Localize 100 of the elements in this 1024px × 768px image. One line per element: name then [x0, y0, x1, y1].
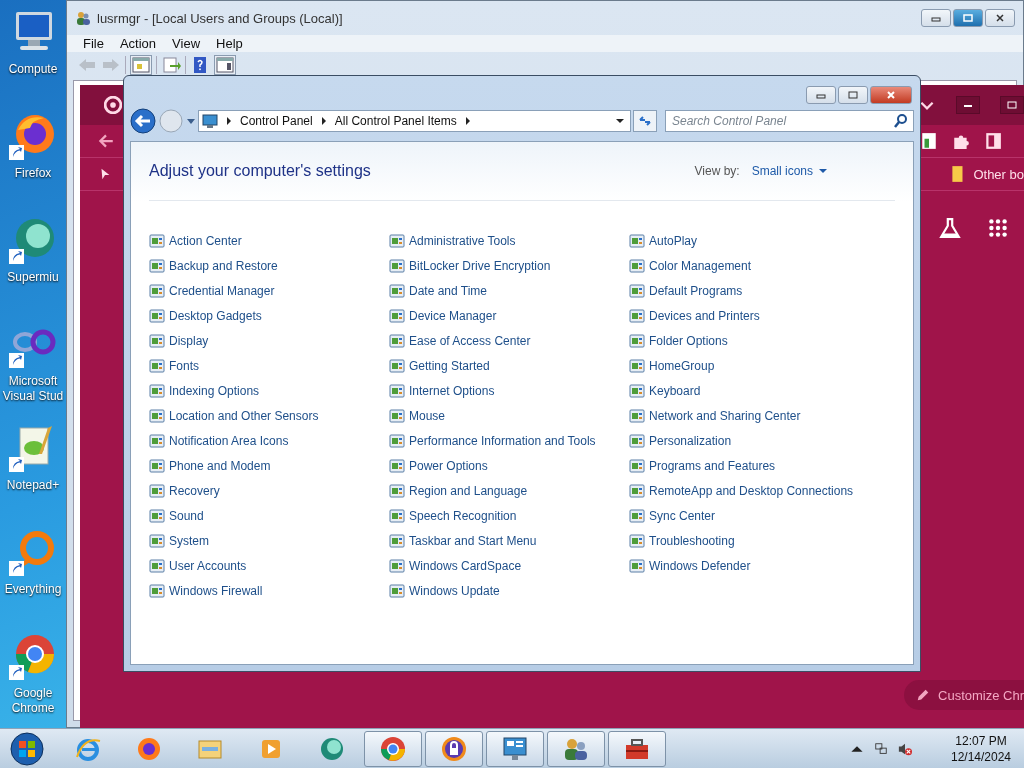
settings-link[interactable]: Administrative Tools	[409, 233, 516, 248]
customize-button[interactable]: Customize Chr	[904, 680, 1024, 710]
applet-icon[interactable]	[149, 257, 165, 274]
applet-icon[interactable]	[149, 532, 165, 549]
desktop-icon-label[interactable]: Firefox	[14, 166, 52, 181]
menu-item[interactable]: File	[75, 36, 112, 51]
settings-link[interactable]: Taskbar and Start Menu	[409, 533, 537, 548]
close-button[interactable]	[985, 9, 1015, 27]
settings-link[interactable]: Indexing Options	[169, 383, 260, 398]
applet-icon[interactable]	[629, 307, 645, 324]
side-panel-icon[interactable]	[984, 132, 1002, 150]
settings-link[interactable]: Folder Options	[649, 333, 728, 348]
applet-icon[interactable]	[389, 307, 405, 324]
settings-link[interactable]: Windows CardSpace	[409, 558, 522, 573]
applet-icon[interactable]	[389, 382, 405, 399]
applet-icon[interactable]	[629, 382, 645, 399]
settings-link[interactable]: Power Options	[409, 458, 488, 473]
back-button[interactable]	[130, 108, 156, 134]
applet-icon[interactable]	[149, 307, 165, 324]
settings-link[interactable]: Phone and Modem	[169, 458, 271, 473]
taskbar-button[interactable]	[547, 730, 605, 767]
applet-icon[interactable]	[389, 507, 405, 524]
dropdown-arrow-icon[interactable]	[616, 118, 624, 124]
settings-link[interactable]: AutoPlay	[649, 233, 698, 248]
settings-link[interactable]: Devices and Printers	[649, 308, 760, 323]
settings-link[interactable]: Programs and Features	[649, 458, 776, 473]
settings-link[interactable]: Default Programs	[649, 283, 743, 298]
settings-link[interactable]: HomeGroup	[649, 358, 715, 373]
settings-link[interactable]: Windows Firewall	[169, 583, 263, 598]
applet-icon[interactable]	[149, 382, 165, 399]
action-pane-icon[interactable]	[214, 55, 236, 75]
desktop-icon-label[interactable]: Supermiu	[7, 270, 59, 285]
start-button[interactable]	[9, 730, 45, 767]
settings-link[interactable]: Windows Defender	[649, 558, 751, 573]
refresh-button[interactable]	[633, 110, 657, 132]
breadcrumb-arrow-icon[interactable]	[320, 117, 327, 125]
applet-icon[interactable]	[149, 507, 165, 524]
settings-link[interactable]: Fonts	[169, 358, 199, 373]
applet-icon[interactable]	[389, 482, 405, 499]
applet-icon[interactable]	[389, 407, 405, 424]
console-tree-icon[interactable]	[130, 55, 152, 75]
settings-link[interactable]: Notification Area Icons	[169, 433, 289, 448]
settings-link[interactable]: Ease of Access Center	[409, 333, 531, 348]
applet-icon[interactable]	[629, 532, 645, 549]
desktop-icon-label[interactable]: Compute	[8, 62, 58, 77]
network-icon[interactable]	[874, 741, 888, 756]
settings-link[interactable]: Troubleshooting	[649, 533, 735, 548]
applet-icon[interactable]	[389, 332, 405, 349]
minimize-button[interactable]	[956, 96, 980, 114]
settings-link[interactable]: Performance Information and Tools	[409, 433, 596, 448]
applet-icon[interactable]	[389, 557, 405, 574]
maximize-button[interactable]	[838, 86, 868, 104]
settings-link[interactable]: Sound	[169, 508, 204, 523]
menu-item[interactable]: View	[164, 36, 209, 51]
search-icon[interactable]	[893, 113, 909, 129]
applet-icon[interactable]	[629, 507, 645, 524]
applet-icon[interactable]	[389, 532, 405, 549]
applet-icon[interactable]	[149, 432, 165, 449]
settings-link[interactable]: Getting Started	[409, 358, 490, 373]
settings-link[interactable]: Credential Manager	[169, 283, 275, 298]
clock-time[interactable]: 12:07 PM	[955, 732, 1007, 749]
applet-icon[interactable]	[389, 257, 405, 274]
applet-icon[interactable]	[629, 257, 645, 274]
settings-link[interactable]: Speech Recognition	[409, 508, 517, 523]
bookmark-folder[interactable]: Other bo	[973, 166, 1024, 182]
address-bar[interactable]: Control Panel All Control Panel Items	[198, 110, 631, 132]
applet-icon[interactable]	[149, 332, 165, 349]
applet-icon[interactable]	[629, 482, 645, 499]
settings-link[interactable]: Region and Language	[409, 483, 528, 498]
view-by-dropdown[interactable]: Small icons	[751, 164, 827, 178]
settings-link[interactable]: BitLocker Drive Encryption	[409, 258, 551, 273]
breadcrumb-item[interactable]: Control Panel	[240, 114, 313, 128]
applet-icon[interactable]	[629, 357, 645, 374]
apps-grid-icon[interactable]	[987, 217, 1009, 239]
clock-date[interactable]: 12/14/2024	[950, 748, 1012, 765]
breadcrumb-arrow-icon[interactable]	[464, 117, 471, 125]
applet-icon[interactable]	[629, 232, 645, 249]
search-box[interactable]: Search Control Panel	[665, 110, 914, 132]
taskbar-button[interactable]	[486, 730, 544, 767]
taskbar-button[interactable]	[364, 730, 422, 767]
settings-link[interactable]: Windows Update	[409, 583, 500, 598]
applet-icon[interactable]	[629, 282, 645, 299]
applet-icon[interactable]	[149, 282, 165, 299]
applet-icon[interactable]	[629, 407, 645, 424]
settings-link[interactable]: Device Manager	[409, 308, 497, 323]
applet-icon[interactable]	[149, 482, 165, 499]
applet-icon[interactable]	[629, 432, 645, 449]
applet-icon[interactable]	[149, 557, 165, 574]
settings-link[interactable]: Display	[169, 333, 209, 348]
settings-link[interactable]: Date and Time	[409, 283, 488, 298]
browser-logo-icon[interactable]	[104, 96, 122, 114]
export-list-icon[interactable]	[161, 56, 181, 74]
applet-icon[interactable]	[389, 432, 405, 449]
applet-icon[interactable]	[629, 557, 645, 574]
applet-icon[interactable]	[389, 457, 405, 474]
extension-icon[interactable]	[920, 132, 938, 150]
menu-item[interactable]: Action	[111, 36, 165, 51]
taskbar-button[interactable]	[608, 730, 666, 767]
settings-link[interactable]: Desktop Gadgets	[169, 308, 262, 323]
applet-icon[interactable]	[149, 232, 165, 249]
